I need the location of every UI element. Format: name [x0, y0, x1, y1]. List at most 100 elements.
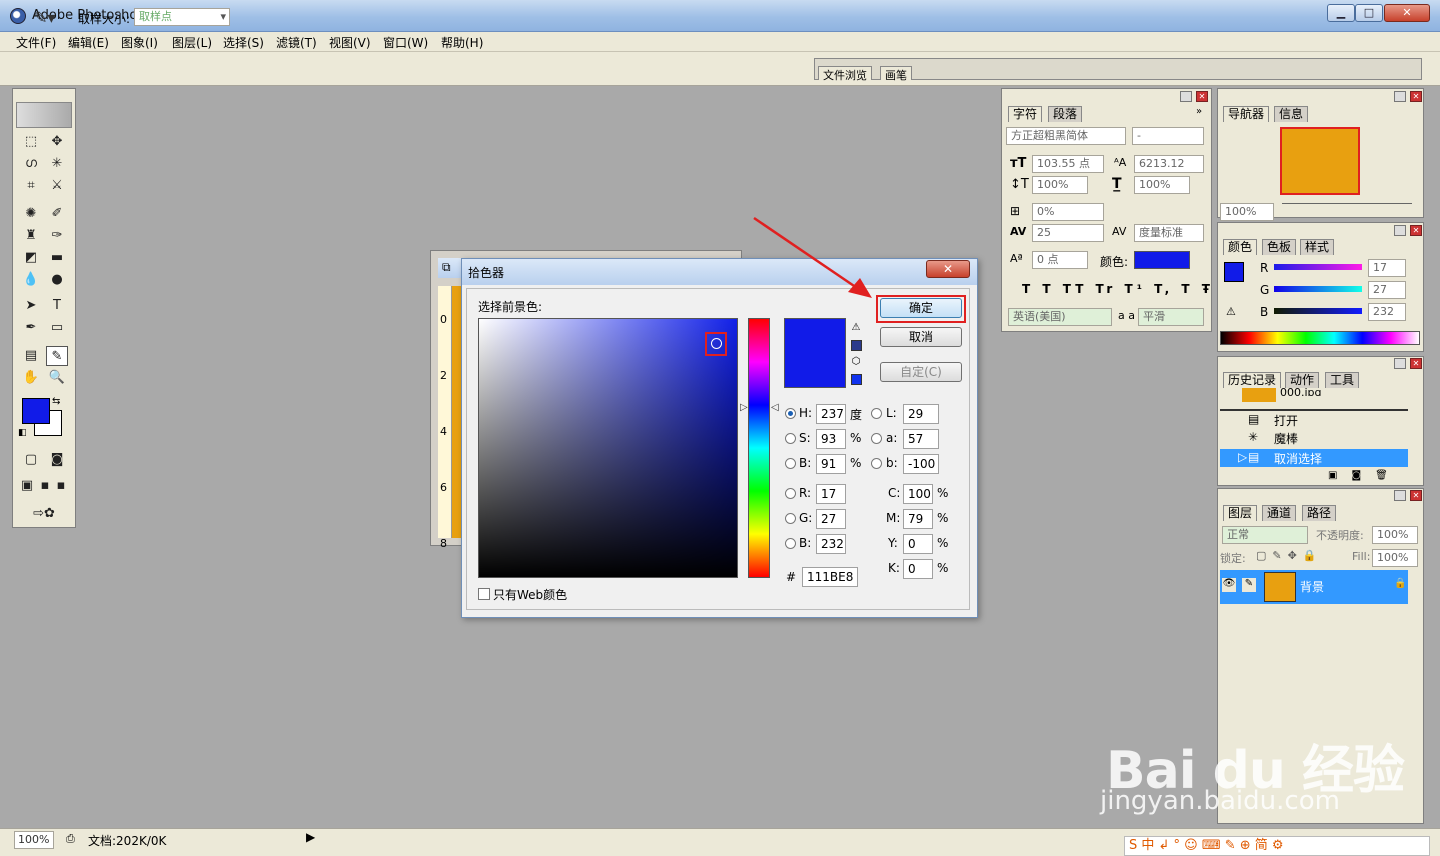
- marquee-tool-icon[interactable]: ⬚: [20, 132, 42, 152]
- history-brush-icon[interactable]: ✑: [46, 226, 68, 246]
- screen-mode-full-icon[interactable]: ▪: [50, 476, 72, 496]
- blue-field[interactable]: 232: [816, 534, 846, 554]
- g-channel-slider[interactable]: [1274, 286, 1362, 292]
- kerning-field[interactable]: 25: [1032, 224, 1104, 242]
- swap-colors-icon[interactable]: ⇆: [52, 396, 60, 407]
- eyedropper-tool-icon[interactable]: ✎: [46, 346, 68, 366]
- tab-paragraph[interactable]: 段落: [1048, 106, 1083, 122]
- status-menu-arrow-icon[interactable]: ▶: [306, 830, 315, 844]
- layer-thumbnail[interactable]: [1264, 572, 1296, 602]
- tab-paths[interactable]: 路径: [1302, 505, 1337, 521]
- history-item-open[interactable]: ▤ 打开: [1220, 409, 1408, 428]
- blend-mode-select[interactable]: 正常: [1222, 526, 1308, 544]
- notes-tool-icon[interactable]: ▤: [20, 346, 42, 366]
- gradient-tool-icon[interactable]: ▬: [46, 248, 68, 268]
- a-field[interactable]: 57: [903, 429, 939, 449]
- panel-minimize-icon[interactable]: [1394, 225, 1406, 236]
- h-radio[interactable]: [785, 408, 796, 419]
- c-field[interactable]: 100: [903, 484, 933, 504]
- r-channel-field[interactable]: 17: [1368, 259, 1406, 277]
- panel-close-icon[interactable]: ✕: [1410, 358, 1422, 369]
- menu-edit[interactable]: 编辑(E): [68, 34, 109, 51]
- minimize-button[interactable]: ▁: [1327, 4, 1355, 22]
- close-button[interactable]: ✕: [1384, 4, 1430, 22]
- brush-tool-icon[interactable]: ✐: [46, 204, 68, 224]
- font-family-select[interactable]: 方正超粗黑简体: [1006, 127, 1126, 145]
- opacity-field[interactable]: 100%: [1372, 526, 1418, 544]
- web-safe-warning-icon[interactable]: ⬡: [850, 356, 862, 368]
- menu-window[interactable]: 窗口(W): [383, 34, 428, 51]
- cancel-button[interactable]: 取消: [880, 327, 962, 347]
- menu-help[interactable]: 帮助(H): [441, 34, 483, 51]
- tab-character[interactable]: 字符: [1008, 106, 1043, 122]
- saturation-brightness-field[interactable]: [478, 318, 738, 578]
- b-field[interactable]: 91: [816, 454, 846, 474]
- history-footer-buttons[interactable]: ▣◙🗑: [1328, 470, 1402, 481]
- g-radio[interactable]: [785, 513, 796, 524]
- s-field[interactable]: 93: [816, 429, 846, 449]
- font-size-field[interactable]: 103.55 点: [1032, 155, 1104, 173]
- s-radio[interactable]: [785, 433, 796, 444]
- tab-channels[interactable]: 通道: [1262, 505, 1297, 521]
- maximize-button[interactable]: □: [1355, 4, 1383, 22]
- panel-close-icon[interactable]: ✕: [1410, 490, 1422, 501]
- zoom-field[interactable]: 100%: [14, 831, 54, 849]
- hex-field[interactable]: 111BE8: [802, 567, 858, 587]
- horizontal-scale-field[interactable]: 100%: [1134, 176, 1190, 194]
- lab-b-field[interactable]: -100: [903, 454, 939, 474]
- l-field[interactable]: 29: [903, 404, 939, 424]
- panel-minimize-icon[interactable]: [1180, 91, 1192, 102]
- tab-styles[interactable]: 样式: [1300, 239, 1335, 255]
- history-snapshot-thumbnail[interactable]: [1242, 388, 1276, 402]
- hand-tool-icon[interactable]: ✋: [20, 368, 42, 388]
- move-tool-icon[interactable]: ✥: [46, 132, 68, 152]
- navigator-thumbnail[interactable]: [1280, 127, 1360, 195]
- h-field[interactable]: 237: [816, 404, 846, 424]
- tab-color[interactable]: 颜色: [1223, 239, 1258, 255]
- y-field[interactable]: 0: [903, 534, 933, 554]
- tab-history[interactable]: 历史记录: [1223, 372, 1282, 388]
- history-item-magic-wand[interactable]: ✳ 魔棒: [1220, 429, 1408, 447]
- r-radio[interactable]: [785, 488, 796, 499]
- g-channel-field[interactable]: 27: [1368, 281, 1406, 299]
- lasso-tool-icon[interactable]: ഗ: [20, 154, 42, 174]
- fill-field[interactable]: 100%: [1372, 549, 1418, 567]
- hue-slider-right-arrow-icon[interactable]: ◁: [771, 402, 779, 413]
- tab-brushes[interactable]: 画笔: [880, 66, 912, 82]
- jump-to-imageready-icon[interactable]: ⇨✿: [22, 504, 66, 524]
- layer-brush-icon[interactable]: ✎: [1242, 578, 1256, 592]
- panel-menu-icon[interactable]: »: [1196, 106, 1202, 117]
- text-color-swatch[interactable]: [1134, 251, 1190, 269]
- baseline-shift-field[interactable]: 0 点: [1032, 251, 1088, 269]
- kerning-mode-select[interactable]: 度量标准: [1134, 224, 1204, 242]
- b-channel-field[interactable]: 232: [1368, 303, 1406, 321]
- navigator-zoom-field[interactable]: 100%: [1220, 203, 1274, 221]
- menu-view[interactable]: 视图(V): [329, 34, 371, 51]
- color-selection-marker[interactable]: [711, 338, 722, 349]
- dodge-tool-icon[interactable]: ●: [46, 270, 68, 290]
- l-radio[interactable]: [871, 408, 882, 419]
- path-select-icon[interactable]: ➤: [20, 296, 42, 316]
- ime-toolbar[interactable]: S 中 ↲ ° ☺ ⌨ ✎ ⊕ 简 ⚙: [1124, 836, 1430, 856]
- tab-info[interactable]: 信息: [1274, 106, 1309, 122]
- stamp-tool-icon[interactable]: ♜: [20, 226, 42, 246]
- lab-b-radio[interactable]: [871, 458, 882, 469]
- leading-field[interactable]: 6213.12: [1134, 155, 1204, 173]
- blue-radio[interactable]: [785, 538, 796, 549]
- color-panel-fg-swatch[interactable]: [1224, 262, 1244, 282]
- web-safe-color-swatch[interactable]: [851, 374, 862, 385]
- hue-slider-left-arrow-icon[interactable]: ▷: [740, 402, 748, 413]
- g-field[interactable]: 27: [816, 509, 846, 529]
- tab-tool-presets[interactable]: 工具: [1325, 372, 1360, 388]
- web-only-checkbox[interactable]: [478, 588, 490, 600]
- pen-tool-icon[interactable]: ✒: [20, 318, 42, 338]
- layer-visibility-eye-icon[interactable]: 👁: [1222, 578, 1236, 592]
- panel-close-icon[interactable]: ✕: [1410, 225, 1422, 236]
- healing-tool-icon[interactable]: ✺: [20, 204, 42, 224]
- menu-file[interactable]: 文件(F): [16, 34, 56, 51]
- crop-tool-icon[interactable]: ⌗: [20, 176, 42, 196]
- language-select[interactable]: 英语(美国): [1008, 308, 1112, 326]
- standard-mode-icon[interactable]: ▢: [20, 450, 42, 470]
- a-radio[interactable]: [871, 433, 882, 444]
- slice-tool-icon[interactable]: ⚔: [46, 176, 68, 196]
